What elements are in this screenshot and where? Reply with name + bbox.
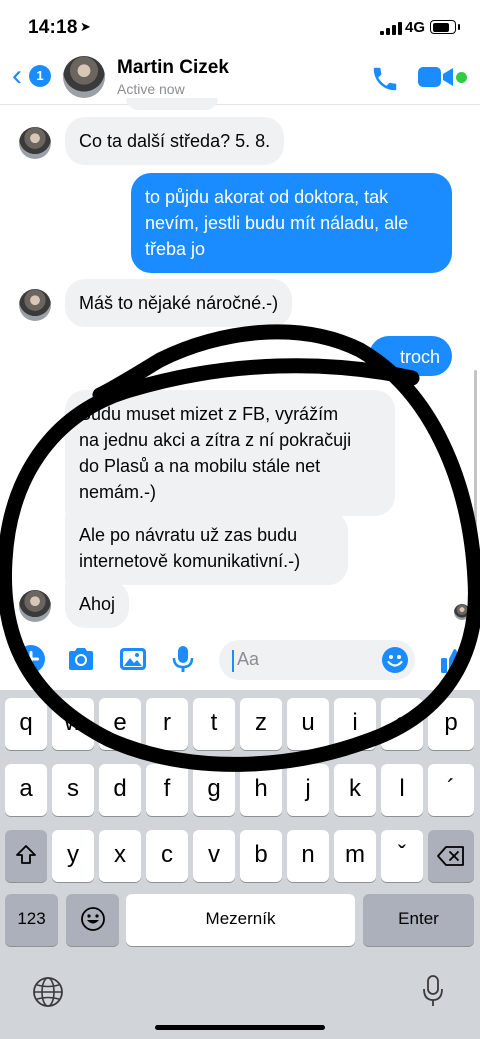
sender-avatar[interactable] (19, 127, 51, 159)
message-input-placeholder: Aa (237, 649, 260, 669)
camera-icon[interactable] (66, 644, 96, 674)
message-text: do Plasů a na mobilu stále net (79, 456, 321, 476)
key[interactable]: w (52, 698, 94, 750)
thumbs-up-icon[interactable] (439, 646, 469, 676)
key[interactable]: k (334, 764, 376, 816)
emoji-keyboard-key[interactable] (66, 894, 119, 946)
message-text: Budu muset mizet z FB, vyrážím (79, 404, 339, 424)
shift-key[interactable] (5, 830, 47, 882)
key[interactable]: ´ (428, 764, 474, 816)
network-type: 4G (405, 19, 426, 36)
key[interactable]: b (240, 830, 282, 882)
contact-status: Active now (117, 81, 185, 97)
contact-name[interactable]: Martin Cizek (117, 57, 229, 79)
message-text: Ale po návratu už zas budu (79, 525, 298, 545)
keyboard: q w e r t z u i o p a s d f g h j k l ´ … (0, 690, 480, 1039)
message-bubble[interactable]: Ahoj (65, 580, 130, 628)
message-bubble[interactable]: Budu muset mizet z FB, vyrážím na jednu … (65, 390, 395, 516)
contact-avatar[interactable] (63, 56, 105, 98)
message-bubble[interactable]: Máš to nějaké náročné.-) (65, 279, 293, 327)
globe-icon[interactable] (32, 976, 64, 1008)
message-text: to půjdu akorat od doktora, tak (145, 187, 389, 207)
message-bubble[interactable]: troch (369, 336, 452, 376)
message-bubble[interactable] (126, 98, 218, 110)
message-text: Máš to nějaké náročné.-) (79, 293, 279, 313)
signal-icon (380, 21, 402, 35)
message-text: Ahoj (79, 594, 116, 614)
text-cursor (232, 650, 234, 672)
status-time: 14:18 (28, 17, 78, 38)
key[interactable]: o (381, 698, 423, 750)
key[interactable]: s (52, 764, 94, 816)
key[interactable]: x (99, 830, 141, 882)
key[interactable]: f (146, 764, 188, 816)
key[interactable]: n (287, 830, 329, 882)
emoji-icon[interactable] (381, 646, 409, 674)
key[interactable]: v (193, 830, 235, 882)
shift-icon (16, 845, 36, 864)
key[interactable]: e (99, 698, 141, 750)
message-text: nevím, jestli budu mít náladu, ale (145, 213, 409, 233)
key[interactable]: c (146, 830, 188, 882)
phone-icon[interactable] (370, 64, 400, 94)
back-button[interactable]: ‹ 1 (12, 59, 56, 92)
key[interactable]: u (287, 698, 329, 750)
key[interactable]: d (99, 764, 141, 816)
message-text: na jednu akci a zítra z ní pokračuji (79, 430, 352, 450)
composer-bar: Aa (0, 636, 480, 686)
plus-icon[interactable] (16, 644, 46, 674)
message-text: nemám.-) (79, 482, 157, 502)
dictation-icon[interactable] (421, 974, 445, 1008)
numbers-key[interactable]: 123 (5, 894, 58, 946)
conversation-header: ‹ 1 Martin Cizek Active now (0, 52, 480, 105)
back-chevron-icon: ‹ (12, 59, 22, 92)
key[interactable]: i (334, 698, 376, 750)
message-text: internetově komunikativní.-) (79, 551, 301, 571)
key[interactable]: ˇ (381, 830, 423, 882)
status-bar: 14:18 ➤ 4G (0, 0, 480, 52)
gallery-icon[interactable] (118, 644, 148, 674)
emoji-keyboard-icon (80, 907, 105, 931)
key[interactable]: y (52, 830, 94, 882)
message-bubble[interactable]: to půjdu akorat od doktora, tak nevím, j… (131, 173, 452, 273)
key[interactable]: p (428, 698, 474, 750)
microphone-icon[interactable] (168, 644, 198, 674)
video-camera-icon[interactable] (418, 66, 454, 88)
sender-avatar[interactable] (19, 590, 51, 622)
key[interactable]: j (287, 764, 329, 816)
online-indicator (456, 72, 467, 83)
key[interactable]: q (5, 698, 47, 750)
message-text: třeba jo (145, 239, 206, 259)
return-key[interactable]: Enter (363, 894, 474, 946)
key[interactable]: h (240, 764, 282, 816)
read-receipt-avatar (454, 604, 470, 620)
message-bubble[interactable]: Co ta další středa? 5. 8. (65, 117, 285, 165)
backspace-icon (437, 846, 464, 866)
message-text: troch (399, 347, 440, 367)
sender-avatar[interactable] (19, 289, 51, 321)
message-bubble[interactable]: Ale po návratu už zas budu internetově k… (65, 511, 348, 585)
key[interactable]: g (193, 764, 235, 816)
key[interactable]: m (334, 830, 376, 882)
location-arrow-icon: ➤ (80, 19, 91, 34)
backspace-key[interactable] (428, 830, 474, 882)
key[interactable]: z (240, 698, 282, 750)
message-input[interactable]: Aa (219, 640, 415, 680)
message-text: Co ta další středa? 5. 8. (79, 131, 271, 151)
battery-icon (430, 20, 460, 34)
space-key[interactable]: Mezerník (126, 894, 355, 946)
key[interactable]: r (146, 698, 188, 750)
unread-badge: 1 (29, 65, 51, 87)
key[interactable]: a (5, 764, 47, 816)
scrollbar[interactable] (474, 370, 477, 530)
home-indicator[interactable] (155, 1025, 325, 1030)
key[interactable]: t (193, 698, 235, 750)
key[interactable]: l (381, 764, 423, 816)
